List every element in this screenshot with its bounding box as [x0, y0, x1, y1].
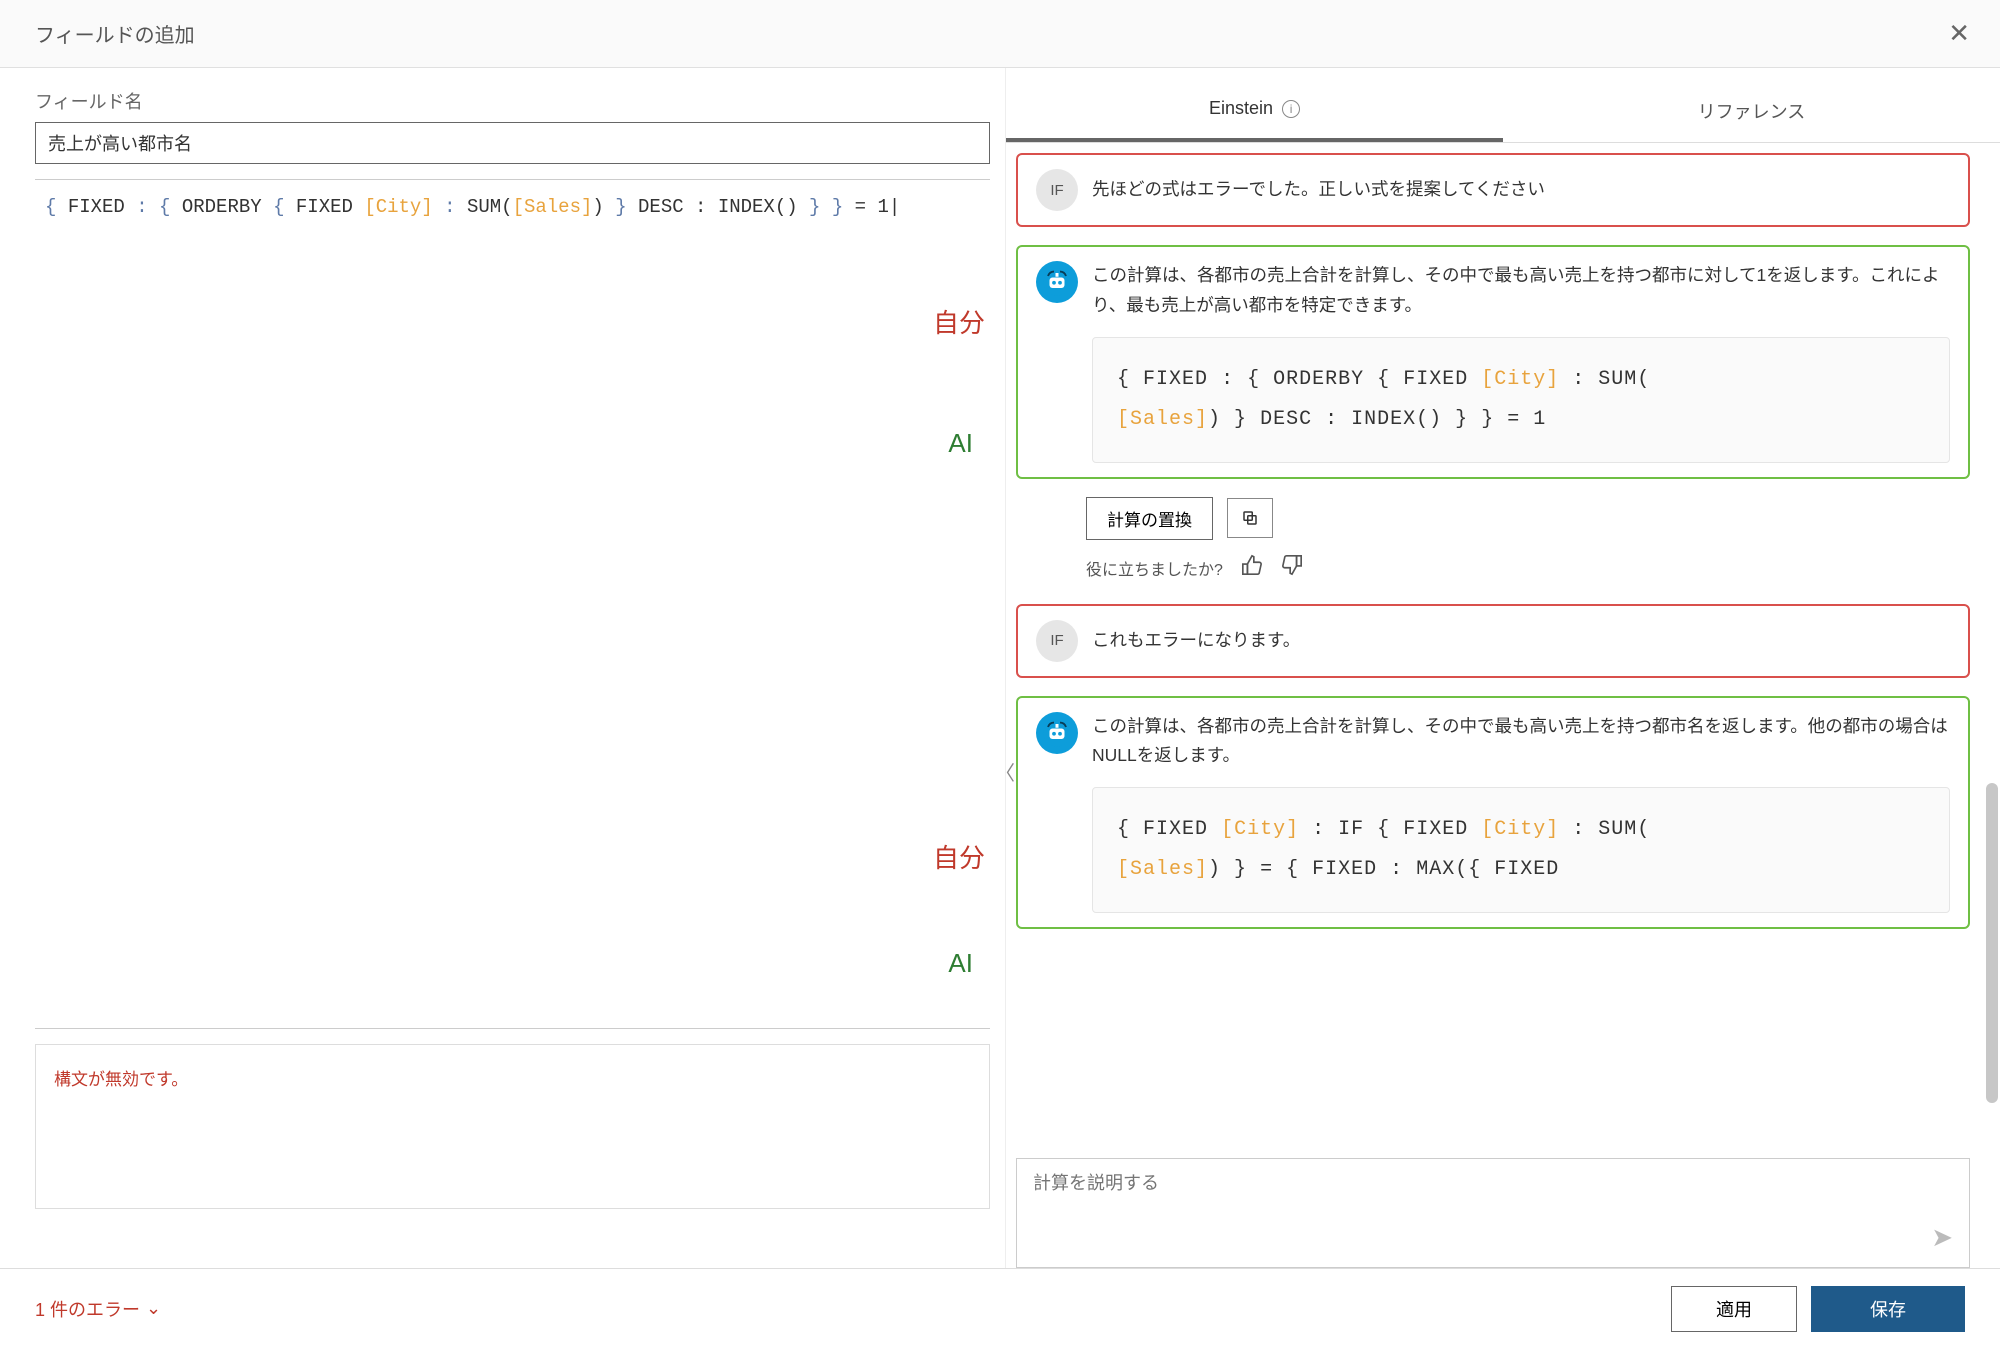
thumbs-up-icon[interactable]	[1241, 554, 1263, 582]
tabs: Einstein i リファレンス	[1006, 68, 2000, 143]
send-icon[interactable]: ➤	[1931, 1222, 1953, 1253]
code-block: { FIXED [City] : IF { FIXED [City] : SUM…	[1092, 787, 1950, 913]
code-block: { FIXED : { ORDERBY { FIXED [City] : SUM…	[1092, 337, 1950, 463]
message-body: これもエラーになります。	[1092, 626, 1950, 656]
apply-button[interactable]: 適用	[1671, 1286, 1797, 1332]
message-body: この計算は、各都市の売上合計を計算し、その中で最も高い売上を持つ都市名を返します…	[1092, 712, 1950, 914]
chat-input[interactable]	[1033, 1173, 1931, 1194]
field-name-label: フィールド名	[35, 88, 1005, 114]
field-name-input[interactable]	[35, 122, 990, 164]
chevron-down-icon: ⌄	[146, 1298, 161, 1319]
tab-einstein-label: Einstein	[1209, 98, 1273, 118]
save-button[interactable]: 保存	[1811, 1286, 1965, 1332]
ai-action-row: 計算の置換	[1016, 497, 1970, 540]
thumbs-down-icon[interactable]	[1281, 554, 1303, 582]
tab-reference[interactable]: リファレンス	[1503, 68, 2000, 142]
dialog-header: フィールドの追加 ✕	[0, 0, 2000, 68]
error-count-toggle[interactable]: 1 件のエラー ⌄	[35, 1296, 161, 1322]
tab-reference-label: リファレンス	[1698, 102, 1806, 122]
syntax-error-box: 構文が無効です。	[35, 1044, 990, 1209]
right-pane: Einstein i リファレンス IF 先ほどの式はエラーでした。正しい式を提案…	[1005, 68, 2000, 1276]
feedback-label: 役に立ちましたか?	[1086, 556, 1223, 580]
close-icon[interactable]: ✕	[1948, 18, 1970, 49]
chat-message-ai: この計算は、各都市の売上合計を計算し、その中で最も高い売上を持つ都市に対して1を…	[1016, 245, 1970, 479]
tab-einstein[interactable]: Einstein i	[1006, 68, 1503, 142]
annotation-self-2: 自分	[933, 838, 985, 875]
footer: 1 件のエラー ⌄ 適用 保存	[0, 1268, 2000, 1348]
dialog-title: フィールドの追加	[35, 19, 195, 48]
chat-scroll[interactable]: IF 先ほどの式はエラーでした。正しい式を提案してくださいこの計算は、各都市の売上…	[1006, 143, 2000, 1150]
message-body: 先ほどの式はエラーでした。正しい式を提案してください	[1092, 175, 1950, 205]
annotation-ai-2: AI	[948, 948, 973, 979]
caret: |	[889, 196, 900, 218]
main-body: フィールド名 { FIXED : { ORDERBY { FIXED [City…	[0, 68, 2000, 1276]
einstein-avatar-icon	[1036, 261, 1078, 303]
einstein-avatar-icon	[1036, 712, 1078, 754]
info-icon[interactable]: i	[1282, 100, 1300, 118]
scrollbar-thumb[interactable]	[1986, 783, 1998, 1103]
replace-calculation-button[interactable]: 計算の置換	[1086, 497, 1213, 540]
chat-input-container: ➤	[1016, 1158, 1970, 1268]
user-avatar: IF	[1036, 620, 1078, 662]
copy-icon[interactable]	[1227, 498, 1273, 538]
collapse-panel-icon[interactable]: 〈	[995, 757, 1015, 786]
annotation-self-1: 自分	[933, 303, 985, 340]
feedback-row: 役に立ちましたか?	[1016, 554, 1970, 582]
message-body: この計算は、各都市の売上合計を計算し、その中で最も高い売上を持つ都市に対して1を…	[1092, 261, 1950, 463]
left-pane: フィールド名 { FIXED : { ORDERBY { FIXED [City…	[0, 68, 1005, 1276]
syntax-error-text: 構文が無効です。	[54, 1070, 188, 1089]
message-text: 先ほどの式はエラーでした。正しい式を提案してください	[1092, 175, 1950, 205]
chat-message-user: IF 先ほどの式はエラーでした。正しい式を提案してください	[1016, 153, 1970, 227]
chat-message-user: IF これもエラーになります。	[1016, 604, 1970, 678]
formula-editor[interactable]: { FIXED : { ORDERBY { FIXED [City] : SUM…	[35, 179, 990, 1029]
message-text: この計算は、各都市の売上合計を計算し、その中で最も高い売上を持つ都市名を返します…	[1092, 712, 1950, 772]
error-count-label: 1 件のエラー	[35, 1296, 140, 1322]
annotation-ai-1: AI	[948, 428, 973, 459]
user-avatar: IF	[1036, 169, 1078, 211]
chat-message-ai: この計算は、各都市の売上合計を計算し、その中で最も高い売上を持つ都市名を返します…	[1016, 696, 1970, 930]
message-text: これもエラーになります。	[1092, 626, 1950, 656]
message-text: この計算は、各都市の売上合計を計算し、その中で最も高い売上を持つ都市に対して1を…	[1092, 261, 1950, 321]
